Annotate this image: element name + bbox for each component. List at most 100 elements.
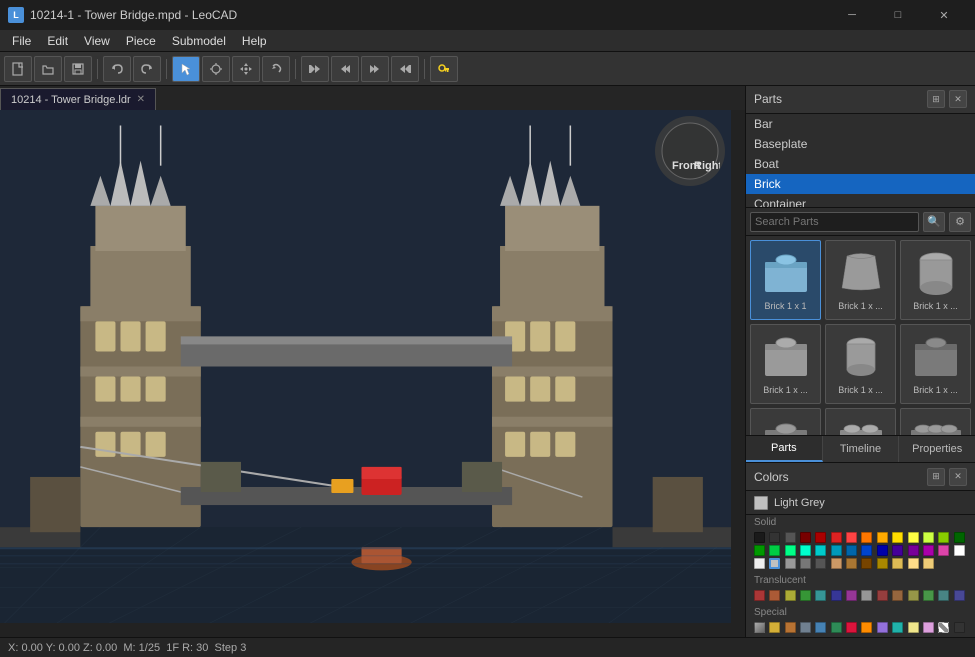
category-bar[interactable]: Bar — [746, 114, 975, 134]
color-dot[interactable] — [877, 558, 888, 569]
parts-grid-scroll[interactable]: Brick 1 x 1 Brick 1 x ... — [746, 236, 975, 435]
tab-close-button[interactable]: ✕ — [137, 94, 145, 105]
color-dot[interactable] — [923, 532, 934, 543]
part-cell-0[interactable]: Brick 1 x 1 — [750, 240, 821, 320]
color-dot[interactable] — [892, 558, 903, 569]
color-dot[interactable] — [938, 545, 949, 556]
parts-close-button[interactable]: ✕ — [949, 90, 967, 108]
model-tab[interactable]: 10214 - Tower Bridge.ldr ✕ — [0, 88, 156, 110]
keyframe-first-button[interactable] — [301, 56, 329, 82]
view-gizmo[interactable]: Front Right — [655, 116, 725, 186]
tab-parts[interactable]: Parts — [746, 436, 823, 462]
colors-expand-button[interactable]: ⊞ — [927, 468, 945, 486]
color-dot[interactable] — [754, 558, 765, 569]
color-dot-t[interactable] — [861, 590, 872, 601]
color-dot[interactable] — [815, 532, 826, 543]
color-dot[interactable] — [846, 532, 857, 543]
color-dot-s[interactable] — [923, 622, 934, 633]
viewport-scrollbar-vertical[interactable] — [731, 110, 745, 637]
tab-timeline[interactable]: Timeline — [823, 436, 900, 462]
color-dot[interactable] — [892, 545, 903, 556]
color-dot[interactable] — [785, 532, 796, 543]
color-dot[interactable] — [800, 532, 811, 543]
redo-button[interactable] — [133, 56, 161, 82]
color-dot-s[interactable] — [785, 622, 796, 633]
color-dot[interactable] — [831, 545, 842, 556]
color-dot[interactable] — [754, 532, 765, 543]
part-cell-6[interactable] — [750, 408, 821, 435]
color-dot-t[interactable] — [923, 590, 934, 601]
open-button[interactable] — [34, 56, 62, 82]
color-dot[interactable] — [877, 532, 888, 543]
search-input[interactable] — [750, 212, 919, 232]
colors-close-button[interactable]: ✕ — [949, 468, 967, 486]
color-dot[interactable] — [954, 545, 965, 556]
color-dot-t[interactable] — [815, 590, 826, 601]
part-cell-7[interactable] — [825, 408, 896, 435]
search-button[interactable]: 🔍 — [923, 212, 945, 232]
color-dot[interactable] — [892, 532, 903, 543]
part-cell-5[interactable]: Brick 1 x ... — [900, 324, 971, 404]
color-dot-s[interactable] — [846, 622, 857, 633]
color-dot[interactable] — [815, 558, 826, 569]
color-dot-t[interactable] — [908, 590, 919, 601]
color-dot[interactable] — [861, 545, 872, 556]
keyframe-next-button[interactable] — [361, 56, 389, 82]
parts-categories[interactable]: Bar Baseplate Boat Brick Container — [746, 114, 975, 208]
color-dot-s[interactable] — [861, 622, 872, 633]
part-cell-3[interactable]: Brick 1 x ... — [750, 324, 821, 404]
minimize-button[interactable]: ─ — [829, 0, 875, 30]
new-button[interactable] — [4, 56, 32, 82]
color-dot-s[interactable] — [908, 622, 919, 633]
color-dot-t[interactable] — [954, 590, 965, 601]
color-dot-t[interactable] — [754, 590, 765, 601]
menu-edit[interactable]: Edit — [39, 32, 76, 50]
menu-piece[interactable]: Piece — [118, 32, 164, 50]
color-dot-s[interactable] — [754, 622, 765, 633]
menu-view[interactable]: View — [76, 32, 118, 50]
color-dot-t[interactable] — [800, 590, 811, 601]
menu-file[interactable]: File — [4, 32, 39, 50]
color-dot[interactable] — [831, 532, 842, 543]
color-dot[interactable] — [800, 558, 811, 569]
tab-properties[interactable]: Properties — [899, 436, 975, 462]
color-dot[interactable] — [923, 558, 934, 569]
color-dot-t[interactable] — [938, 590, 949, 601]
menu-submodel[interactable]: Submodel — [164, 32, 234, 50]
color-dot-t[interactable] — [892, 590, 903, 601]
color-dot[interactable] — [954, 532, 965, 543]
category-baseplate[interactable]: Baseplate — [746, 134, 975, 154]
move-button[interactable] — [232, 56, 260, 82]
color-dot[interactable] — [769, 558, 780, 569]
maximize-button[interactable]: □ — [875, 0, 921, 30]
color-dot-s[interactable] — [815, 622, 826, 633]
color-dot-s[interactable] — [831, 622, 842, 633]
part-cell-2[interactable]: Brick 1 x ... — [900, 240, 971, 320]
key-button[interactable] — [430, 56, 458, 82]
color-dot-s[interactable] — [938, 622, 949, 633]
color-dot[interactable] — [769, 545, 780, 556]
rotate-button[interactable] — [262, 56, 290, 82]
close-button[interactable]: ✕ — [921, 0, 967, 30]
menu-help[interactable]: Help — [234, 32, 275, 50]
color-dot-s[interactable] — [877, 622, 888, 633]
color-dot[interactable] — [908, 532, 919, 543]
category-brick[interactable]: Brick — [746, 174, 975, 194]
color-dot-s[interactable] — [954, 622, 965, 633]
color-dot-t[interactable] — [769, 590, 780, 601]
undo-button[interactable] — [103, 56, 131, 82]
color-dot-t[interactable] — [785, 590, 796, 601]
viewport[interactable]: 10214 - Tower Bridge.ldr ✕ — [0, 86, 745, 637]
color-dot-t[interactable] — [877, 590, 888, 601]
color-dot-s[interactable] — [892, 622, 903, 633]
color-dot-s[interactable] — [800, 622, 811, 633]
color-dot-s[interactable] — [769, 622, 780, 633]
color-dot[interactable] — [923, 545, 934, 556]
color-dot[interactable] — [785, 558, 796, 569]
keyframe-last-button[interactable] — [391, 56, 419, 82]
color-dot[interactable] — [908, 545, 919, 556]
color-dot[interactable] — [861, 558, 872, 569]
part-cell-4[interactable]: Brick 1 x ... — [825, 324, 896, 404]
color-dot[interactable] — [861, 532, 872, 543]
color-dot[interactable] — [769, 532, 780, 543]
